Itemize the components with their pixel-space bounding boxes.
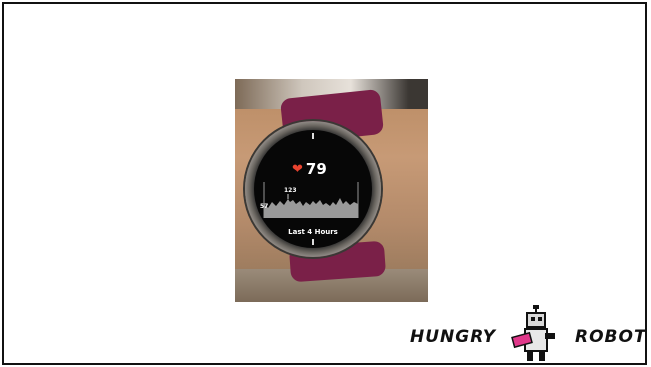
heart-rate-chart: 123 57 <box>260 182 359 218</box>
chart-min-label: 57 <box>260 203 268 210</box>
watch-tick-bottom <box>312 239 314 245</box>
chart-area <box>264 198 358 218</box>
heart-icon: ❤ <box>292 161 303 177</box>
robot-icon <box>511 305 555 361</box>
logo-word-left: HUNGRY <box>410 327 497 347</box>
watch-tick-top <box>312 133 314 139</box>
heart-rate-readout: ❤ 79 <box>292 160 327 178</box>
hungry-robot-logo: HUNGRY ROBOT <box>410 305 650 367</box>
chart-caption: Last 4 Hours <box>288 228 338 236</box>
watch-face: ❤ 79 123 57 Last 4 Hours <box>254 130 372 248</box>
content-frame: ❤ 79 123 57 Last 4 Hours HUNGRY ROBOT <box>2 2 647 365</box>
heart-rate-value: 79 <box>305 160 327 178</box>
chart-max-label: 123 <box>284 187 297 194</box>
watch-photo: ❤ 79 123 57 Last 4 Hours <box>235 79 428 302</box>
logo-word-right: ROBOT <box>575 327 647 347</box>
